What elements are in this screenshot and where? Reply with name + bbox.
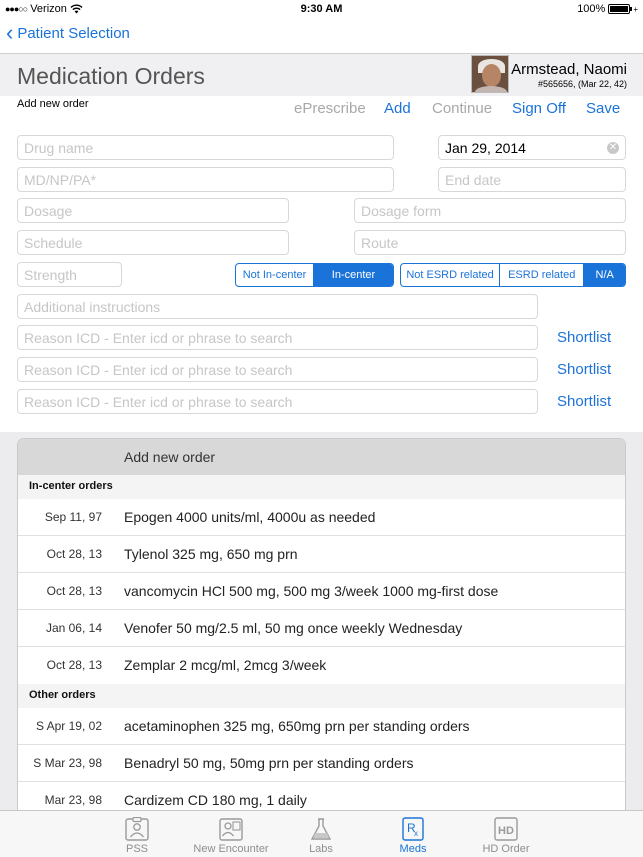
order-date: Oct 28, 13 — [46, 547, 102, 561]
drug-name-input[interactable]: Drug name — [17, 135, 394, 160]
order-row[interactable]: Oct 28, 13 Tylenol 325 mg, 650 mg prn — [18, 536, 625, 573]
esrd-segmented-control: Not ESRD related ESRD related N/A — [400, 263, 626, 287]
orders-header-row[interactable]: Add new order — [18, 439, 625, 475]
svg-text:x: x — [414, 829, 418, 838]
strength-input[interactable]: Strength — [17, 262, 122, 287]
reason-icd-input-3[interactable]: Reason ICD - Enter icd or phrase to sear… — [17, 389, 538, 414]
segment-not-esrd-related[interactable]: Not ESRD related — [401, 264, 501, 286]
patient-name: Armstead, Naomi — [511, 61, 627, 78]
segment-in-center[interactable]: In-center — [314, 264, 393, 286]
status-bar: ●●●○○ Verizon 9:30 AM 100% + — [0, 0, 643, 18]
clipboard-person-icon — [125, 817, 149, 841]
back-label: Patient Selection — [17, 24, 130, 42]
shortlist-button-2[interactable]: Shortlist — [557, 361, 611, 378]
add-button[interactable]: Add — [384, 100, 411, 117]
segment-not-in-center[interactable]: Not In-center — [236, 264, 315, 286]
order-date: S Mar 23, 98 — [33, 756, 102, 770]
hd-document-icon: HD — [494, 817, 518, 841]
route-input[interactable]: Route — [354, 230, 626, 255]
section-header-in-center: In-center orders — [18, 475, 625, 499]
start-date-value: Jan 29, 2014 — [445, 140, 526, 156]
order-row[interactable]: Jan 06, 14 Venofer 50 mg/2.5 ml, 50 mg o… — [18, 610, 625, 647]
order-date: Oct 28, 13 — [46, 658, 102, 672]
sign-off-button[interactable]: Sign Off — [512, 100, 566, 117]
orders-header-label: Add new order — [124, 449, 216, 465]
dosage-input[interactable]: Dosage — [17, 198, 289, 223]
order-description: Benadryl 50 mg, 50mg prn per standing or… — [124, 755, 414, 771]
tab-pss[interactable]: PSS — [92, 817, 182, 855]
patient-info[interactable]: Armstead, Naomi #565656, (Mar 22, 42) — [471, 55, 627, 93]
svg-text:HD: HD — [498, 825, 514, 837]
order-description: Venofer 50 mg/2.5 ml, 50 mg once weekly … — [124, 620, 463, 636]
tab-labs[interactable]: Labs — [276, 817, 366, 855]
shortlist-button-1[interactable]: Shortlist — [557, 329, 611, 346]
shortlist-button-3[interactable]: Shortlist — [557, 393, 611, 410]
patient-id: #565656, (Mar 22, 42) — [537, 79, 627, 89]
order-date: Sep 11, 97 — [44, 510, 102, 524]
clear-icon[interactable]: ✕ — [607, 142, 619, 154]
patient-avatar — [471, 55, 510, 93]
tab-new-encounter[interactable]: New Encounter — [186, 817, 276, 855]
provider-input[interactable]: MD/NP/PA* — [17, 167, 394, 192]
page-header: Medication Orders Armstead, Naomi #56565… — [0, 54, 643, 96]
tab-label: New Encounter — [193, 843, 269, 855]
clipboard-chart-icon — [219, 818, 243, 841]
battery-percent: 100% — [577, 3, 606, 15]
order-date: Mar 23, 98 — [44, 793, 102, 807]
section-title: Other orders — [29, 689, 96, 701]
order-row[interactable]: Mar 23, 98 Cardizem CD 180 mg, 1 daily — [18, 782, 625, 810]
orders-list: Add new order In-center orders Sep 11, 9… — [17, 438, 626, 810]
tab-bar: PSS New Encounter Labs R x Meds HD HD Or… — [0, 810, 643, 857]
schedule-input[interactable]: Schedule — [17, 230, 289, 255]
battery-icon — [608, 4, 633, 14]
tab-label: Labs — [309, 843, 333, 855]
tab-meds[interactable]: R x Meds — [368, 817, 458, 855]
center-segmented-control: Not In-center In-center — [235, 263, 394, 287]
section-header-other: Other orders — [18, 684, 625, 708]
back-button[interactable]: ‹ Patient Selection — [6, 20, 130, 45]
reason-icd-input-2[interactable]: Reason ICD - Enter icd or phrase to sear… — [17, 357, 538, 382]
order-description: Zemplar 2 mcg/ml, 2mcg 3/week — [124, 657, 327, 673]
order-date: S Apr 19, 02 — [35, 719, 102, 733]
add-new-order-label: Add new order — [17, 98, 89, 110]
order-date: Oct 28, 13 — [46, 584, 102, 598]
order-description: vancomycin HCl 500 mg, 500 mg 3/week 100… — [124, 583, 499, 599]
tab-label: Meds — [399, 843, 427, 855]
save-button[interactable]: Save — [586, 100, 620, 117]
end-date-input[interactable]: End date — [438, 167, 626, 192]
status-time: 9:30 AM — [300, 3, 343, 15]
flask-icon — [310, 818, 332, 840]
order-row[interactable]: Oct 28, 13 Zemplar 2 mcg/ml, 2mcg 3/week — [18, 647, 625, 684]
dosage-form-input[interactable]: Dosage form — [354, 198, 626, 223]
tab-label: HD Order — [482, 843, 530, 855]
order-date: Jan 06, 14 — [45, 621, 102, 635]
order-row[interactable]: Oct 28, 13 vancomycin HCl 500 mg, 500 mg… — [18, 573, 625, 610]
eprescribe-button[interactable]: ePrescribe — [294, 100, 366, 117]
segment-esrd-related[interactable]: ESRD related — [500, 264, 585, 286]
order-description: Epogen 4000 units/ml, 4000u as needed — [124, 509, 376, 525]
order-row[interactable]: S Mar 23, 98 Benadryl 50 mg, 50mg prn pe… — [18, 745, 625, 782]
navigation-bar: ‹ Patient Selection — [0, 18, 643, 54]
section-title: In-center orders — [29, 480, 113, 492]
start-date-field[interactable]: Jan 29, 2014 ✕ — [438, 135, 626, 160]
order-description: acetaminophen 325 mg, 650mg prn per stan… — [124, 718, 470, 734]
order-row[interactable]: S Apr 19, 02 acetaminophen 325 mg, 650mg… — [18, 708, 625, 745]
patient-details: Armstead, Naomi #565656, (Mar 22, 42) — [511, 55, 627, 89]
order-row[interactable]: Sep 11, 97 Epogen 4000 units/ml, 4000u a… — [18, 499, 625, 536]
battery-group: 100% + — [577, 3, 638, 15]
charging-icon: + — [633, 4, 638, 14]
order-description: Cardizem CD 180 mg, 1 daily — [124, 792, 307, 808]
additional-instructions-input[interactable]: Additional instructions — [17, 294, 538, 319]
chevron-left-icon: ‹ — [6, 20, 14, 45]
tab-hd-order[interactable]: HD HD Order — [461, 817, 551, 855]
segment-na[interactable]: N/A — [584, 264, 625, 286]
medication-orders-screen: ●●●○○ Verizon 9:30 AM 100% + ‹ Patient S… — [0, 0, 643, 857]
reason-icd-input-1[interactable]: Reason ICD - Enter icd or phrase to sear… — [17, 325, 538, 350]
tab-label: PSS — [125, 843, 148, 855]
continue-button[interactable]: Continue — [432, 100, 492, 117]
order-description: Tylenol 325 mg, 650 mg prn — [124, 546, 298, 562]
rx-icon: R x — [402, 817, 424, 841]
page-title: Medication Orders — [17, 63, 205, 89]
